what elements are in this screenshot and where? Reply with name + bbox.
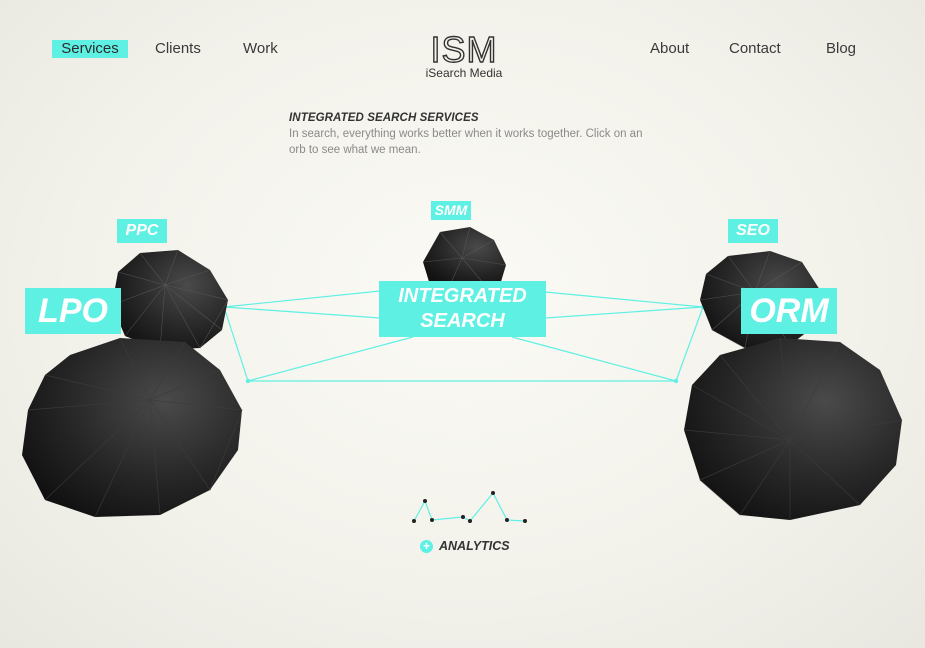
integrated-search-line1: INTEGRATED — [398, 285, 527, 307]
tag-orm[interactable]: ORM — [741, 288, 837, 334]
integrated-search-line2: SEARCH — [420, 310, 505, 332]
sparkline-point — [412, 519, 416, 523]
plus-icon[interactable]: + — [420, 540, 433, 553]
sparkline-point — [430, 518, 434, 522]
sparkline-point — [523, 519, 527, 523]
analytics-label[interactable]: ANALYTICS — [439, 539, 510, 553]
node-dot — [673, 378, 679, 384]
sparkline-point — [468, 519, 472, 523]
tag-integrated-search[interactable]: INTEGRATED SEARCH — [379, 281, 546, 337]
tag-ppc[interactable]: PPC — [117, 219, 167, 243]
smm-orb[interactable] — [422, 226, 507, 286]
lpo-orb[interactable] — [22, 337, 243, 518]
tag-seo[interactable]: SEO — [728, 219, 778, 243]
sparkline-point — [505, 518, 509, 522]
node-dot — [245, 378, 251, 384]
analytics-sparkline[interactable] — [412, 491, 527, 523]
tag-smm[interactable]: SMM — [431, 201, 471, 220]
ppc-orb[interactable] — [111, 249, 229, 351]
tag-lpo[interactable]: LPO — [25, 288, 121, 334]
sparkline-point — [491, 491, 495, 495]
orm-orb[interactable] — [683, 337, 903, 520]
sparkline-point — [423, 499, 427, 503]
sparkline-point — [461, 515, 465, 519]
